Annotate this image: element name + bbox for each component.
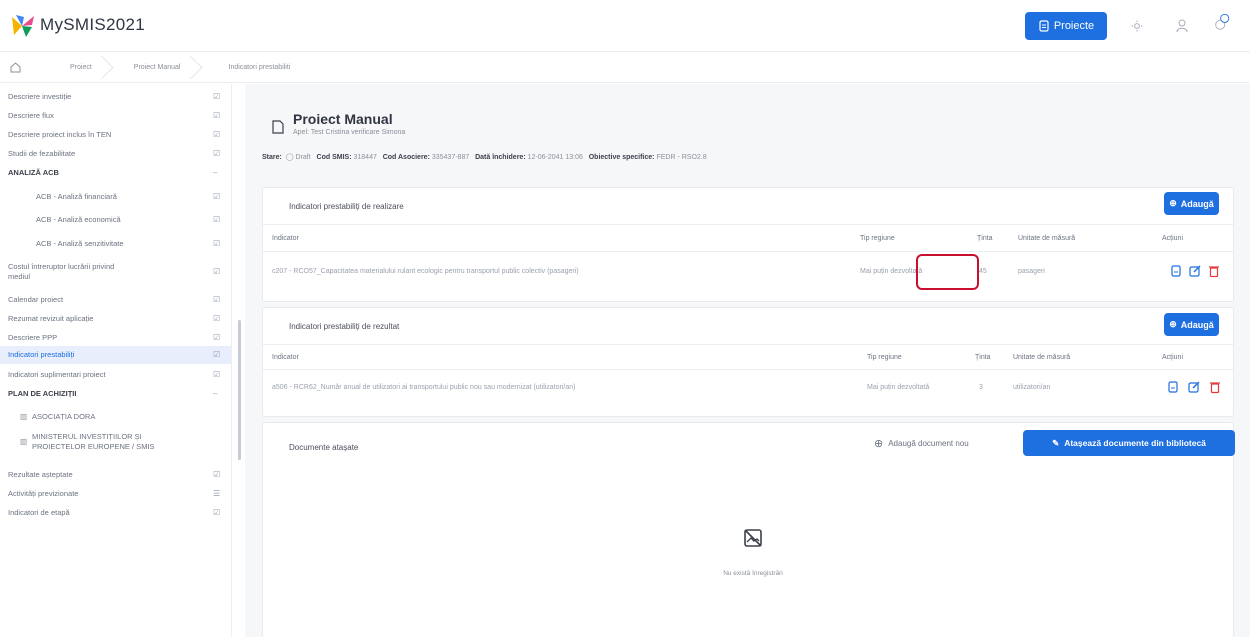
no-data-icon <box>744 529 762 547</box>
documente-title: Documente atașate <box>289 443 359 452</box>
rezultat-title: Indicatori prestabiliți de rezultat <box>289 322 400 331</box>
empty-message: Nu există înregistrări <box>723 570 783 577</box>
add-rezultat-button[interactable]: ⊕ Adaugă <box>1164 313 1219 336</box>
col-actiuni: Acțiuni <box>1162 354 1184 361</box>
sidebar-item-minister[interactable]: ▥ MINISTERUL INVESTIȚIILOR ȘI PROIECTELOR … <box>0 432 231 456</box>
status-check-icon: ☑ <box>213 267 221 276</box>
col-tip-regiune: Tip regiune <box>860 235 895 242</box>
proiecte-button[interactable]: Proiecte <box>1025 12 1107 40</box>
col-tip-regiune: Tip regiune <box>867 354 902 361</box>
status-check-icon: ☑ <box>213 239 221 248</box>
view-icon[interactable] <box>1166 380 1180 394</box>
document-icon <box>1039 20 1049 32</box>
delete-icon[interactable] <box>1208 380 1222 394</box>
plus-circle-icon: ⊕ <box>1169 319 1177 329</box>
sidebar-item-indicatori-suplimentari[interactable]: Indicatori suplimentari proiect ☑ <box>0 370 231 384</box>
collapse-icon: – <box>213 168 218 177</box>
plus-circle-icon: ⊕ <box>874 438 884 450</box>
realizare-card: Indicatori prestabiliți de realizare ⊕ Ad… <box>262 187 1234 302</box>
sidebar-item-calendar[interactable]: Calendar proiect ☑ <box>0 295 231 309</box>
delete-icon[interactable] <box>1207 264 1221 278</box>
col-tinta: Ținta <box>977 235 993 242</box>
status-list-icon: ☰ <box>213 489 221 498</box>
collapse-icon: – <box>213 389 218 398</box>
sidebar-scrollbar[interactable] <box>238 320 241 460</box>
breadcrumb-current: Indicatori prestabiliti <box>228 64 291 71</box>
status-check-icon: ☑ <box>213 295 221 304</box>
sidebar-item-acb-financiara[interactable]: ACB - Analiză financiară ☑ <box>0 192 231 206</box>
notifications-icon[interactable] <box>1212 12 1232 32</box>
top-bar: MySMIS2021 Proiecte <box>0 0 1250 52</box>
sidebar-item-activitati[interactable]: Activități previzionate ☰ <box>0 489 231 503</box>
add-document-link[interactable]: ⊕ Adaugă document nou <box>874 437 969 450</box>
sidebar-item-asociatia-dora[interactable]: ▥ ASOCIAȚIA DORA <box>0 412 231 426</box>
home-icon[interactable] <box>0 53 30 83</box>
building-icon: ▥ <box>20 437 28 446</box>
main-content: Proiect Manual Apel: Test Cristina verif… <box>245 84 1250 637</box>
col-indicator: Indicator <box>272 354 299 361</box>
breadcrumb-proiect-manual[interactable]: Proiect Manual <box>114 53 203 83</box>
status-check-icon: ☑ <box>213 350 221 359</box>
col-unitate: Unitate de măsură <box>1018 235 1076 242</box>
project-meta: Stare: ◯ Draft Cod SMIS: 318447 Cod Asoc… <box>262 154 707 161</box>
proiecte-label: Proiecte <box>1053 20 1095 32</box>
sidebar-item-descriere-investitie[interactable]: Descriere investiție ☑ <box>0 92 231 106</box>
sidebar-group-achizitii[interactable]: PLAN DE ACHIZIȚII – <box>0 389 231 403</box>
sidebar-item-cost-mediu[interactable]: Costul întreruptor lucrării privind mediu… <box>0 262 231 286</box>
status-check-icon: ☑ <box>213 192 221 201</box>
sidebar-item-acb-senzitivitate[interactable]: ACB - Analiză senzitivitate ☑ <box>0 239 231 253</box>
paperclip-icon: ✎ <box>1052 437 1060 448</box>
status-check-icon: ☑ <box>213 470 221 479</box>
theme-sun-icon[interactable] <box>1127 16 1147 36</box>
status-check-icon: ☑ <box>213 130 221 139</box>
plus-circle-icon: ⊕ <box>1169 198 1177 208</box>
breadcrumb: Proiect Proiect Manual Indicatori presta… <box>0 53 1250 83</box>
status-check-icon: ☑ <box>213 149 221 158</box>
status-check-icon: ☑ <box>213 333 221 342</box>
status-check-icon: ☑ <box>213 508 221 517</box>
sidebar-group-acb[interactable]: ANALIZĂ ACB – <box>0 168 231 182</box>
col-unitate: Unitate de măsură <box>1013 354 1071 361</box>
document-icon <box>272 120 284 134</box>
sidebar-item-descriere-flux[interactable]: Descriere flux ☑ <box>0 111 231 125</box>
col-actiuni: Acțiuni <box>1162 235 1184 242</box>
status-check-icon: ☑ <box>213 92 221 101</box>
sidebar-item-ppp[interactable]: Descriere PPP ☑ <box>0 333 231 347</box>
rezultat-card: Indicatori prestabiliți de rezultat ⊕ Ada… <box>262 307 1234 417</box>
sidebar-item-rezumat[interactable]: Rezumat revizuit aplicație ☑ <box>0 314 231 328</box>
highlight-actions-box <box>916 254 979 290</box>
col-indicator: Indicator <box>272 235 299 242</box>
status-check-icon: ☑ <box>213 111 221 120</box>
view-icon[interactable] <box>1169 264 1183 278</box>
page-title: Proiect Manual <box>293 111 393 127</box>
app-title: MySMIS2021 <box>40 15 146 34</box>
edit-icon[interactable] <box>1187 380 1201 394</box>
status-check-icon: ☑ <box>213 370 221 379</box>
sidebar-item-descriere-ten[interactable]: Descriere proiect inclus în TEN ☑ <box>0 130 231 144</box>
add-realizare-button[interactable]: ⊕ Adaugă <box>1164 192 1219 215</box>
status-check-icon: ☑ <box>213 215 221 224</box>
edit-icon[interactable] <box>1188 264 1202 278</box>
user-icon[interactable] <box>1172 16 1192 36</box>
app-logo[interactable] <box>10 13 36 39</box>
page-subtitle: Apel: Test Cristina verificare Simona <box>293 129 406 136</box>
attach-from-library-button[interactable]: ✎ Atașează documente din bibliotecă <box>1023 430 1235 456</box>
breadcrumb-proiect[interactable]: Proiect <box>30 53 114 83</box>
sidebar: Descriere investiție ☑ Descriere flux ☑ De… <box>0 84 232 637</box>
sidebar-item-indicatori-prestabiliti[interactable]: Indicatori prestabiliți ☑ <box>0 346 231 364</box>
realizare-title: Indicatori prestabiliți de realizare <box>289 202 404 211</box>
sidebar-item-indicatori-etapa[interactable]: Indicatori de etapă ☑ <box>0 508 231 522</box>
status-badge: ◯ Draft <box>283 154 311 161</box>
sidebar-item-studii[interactable]: Studii de fezabilitate ☑ <box>0 149 231 163</box>
building-icon: ▥ <box>20 412 28 421</box>
status-check-icon: ☑ <box>213 314 221 323</box>
col-tinta: Ținta <box>975 354 991 361</box>
sidebar-item-rezultate[interactable]: Rezultate așteptate ☑ <box>0 470 231 484</box>
sidebar-item-acb-economica[interactable]: ACB - Analiză economică ☑ <box>0 215 231 229</box>
